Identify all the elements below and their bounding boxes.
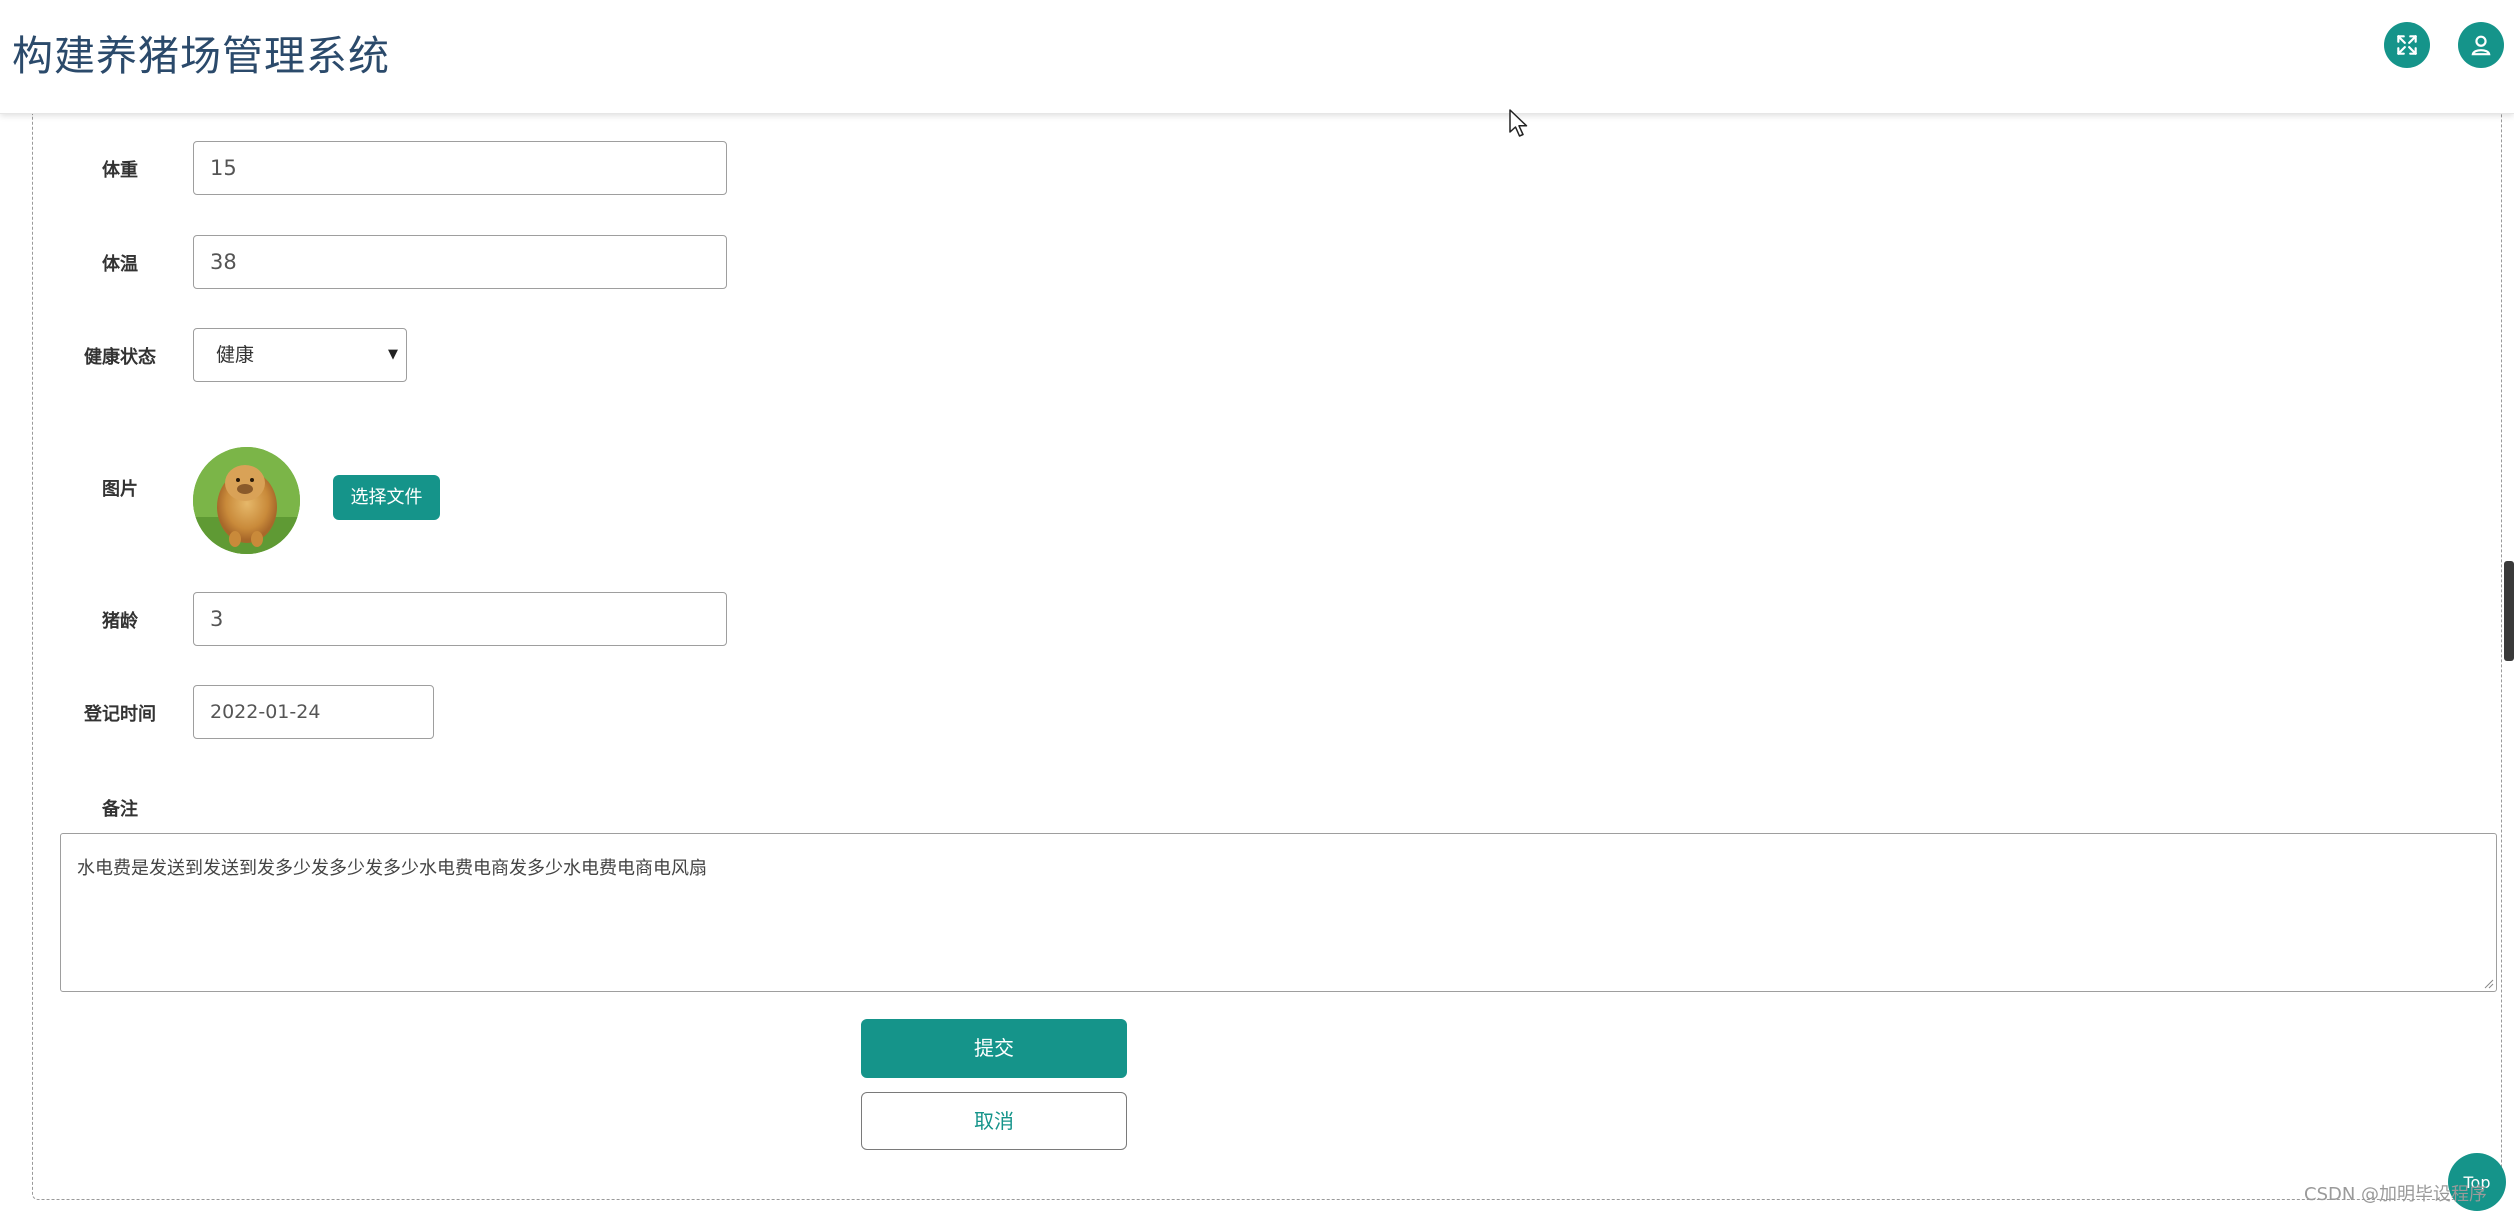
user-icon: [2471, 35, 2491, 56]
image-label: 图片: [102, 479, 138, 500]
dog-photo-image: [193, 447, 300, 554]
app-header: 构建养猪场管理系统: [0, 0, 2514, 114]
choose-file-button[interactable]: 选择文件: [333, 475, 440, 520]
submit-button[interactable]: 提交: [861, 1019, 1127, 1078]
temperature-label: 体温: [102, 254, 138, 275]
health-status-select[interactable]: 健康 ▼: [193, 328, 407, 382]
app-title: 构建养猪场管理系统: [12, 32, 390, 80]
dropdown-arrow-icon: ▼: [388, 347, 398, 362]
weight-label: 体重: [102, 160, 138, 181]
scrollbar-thumb[interactable]: [2504, 561, 2514, 661]
temperature-input[interactable]: [193, 235, 727, 289]
health-status-value: 健康: [216, 344, 255, 366]
expand-arrows-icon: [2397, 35, 2417, 55]
pig-photo-thumbnail: [193, 447, 300, 554]
remark-text: 水电费是发送到发送到发多少发多少发多少水电费电商发多少水电费电商电风扇: [77, 858, 707, 879]
mouse-cursor-icon: [1509, 109, 1528, 137]
register-time-input[interactable]: [193, 685, 434, 739]
age-label: 猪龄: [102, 611, 138, 632]
fullscreen-button[interactable]: [2384, 22, 2430, 68]
resize-handle-icon[interactable]: [2484, 979, 2494, 989]
health-status-label: 健康状态: [84, 347, 156, 368]
remark-textarea[interactable]: 水电费是发送到发送到发多少发多少发多少水电费电商发多少水电费电商电风扇: [60, 833, 2497, 992]
age-input[interactable]: [193, 592, 727, 646]
watermark-text: CSDN @加明毕设程序: [2304, 1184, 2488, 1205]
user-button[interactable]: [2458, 22, 2504, 68]
weight-input[interactable]: [193, 141, 727, 195]
remark-label: 备注: [102, 799, 138, 820]
register-time-label: 登记时间: [84, 704, 156, 725]
cancel-button[interactable]: 取消: [861, 1092, 1127, 1150]
